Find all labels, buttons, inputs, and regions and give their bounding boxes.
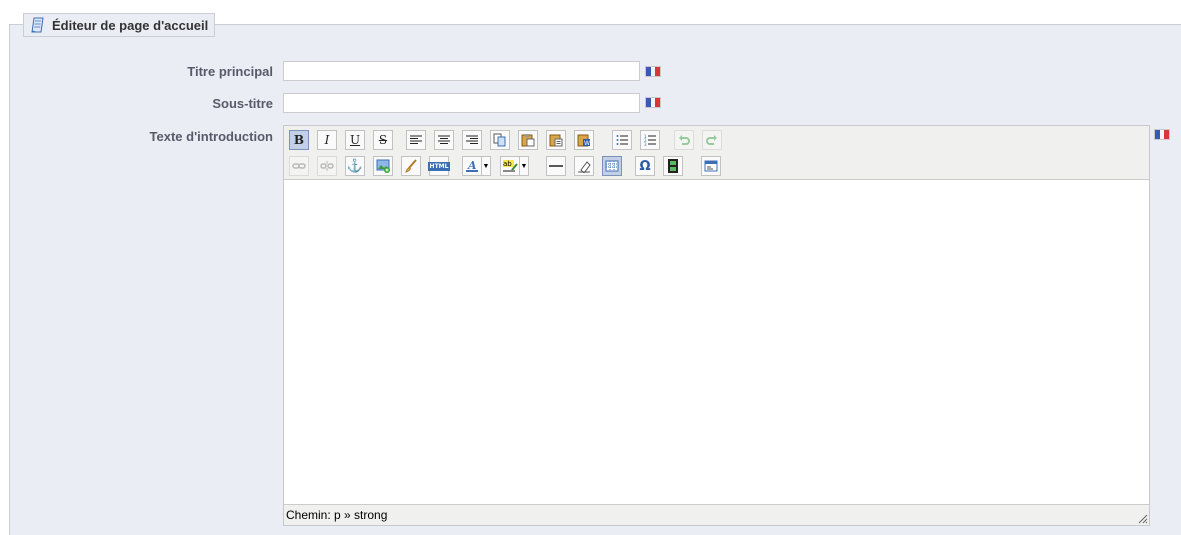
subtitle-input[interactable]	[283, 93, 640, 113]
remove-format-icon[interactable]	[574, 156, 594, 176]
french-flag-icon[interactable]	[645, 97, 661, 108]
align-center-icon[interactable]	[434, 130, 454, 150]
highlight-color-dropdown[interactable]: ▼	[519, 156, 529, 176]
link-icon[interactable]	[289, 156, 309, 176]
horizontal-rule-icon[interactable]	[546, 156, 566, 176]
bullet-list-icon[interactable]	[612, 130, 632, 150]
unlink-icon[interactable]	[317, 156, 337, 176]
editor-toolbar: B I U S W 123 ⚓ HTML A ▼ ab ▼ Ω	[284, 126, 1149, 180]
editor-statusbar: Chemin: p » strong	[284, 504, 1149, 525]
template-icon[interactable]	[701, 156, 721, 176]
insert-image-icon[interactable]	[373, 156, 393, 176]
svg-text:ab: ab	[503, 160, 512, 168]
highlight-color-icon[interactable]: ab	[500, 156, 520, 176]
italic-icon[interactable]: I	[317, 130, 337, 150]
panel-title: Éditeur de page d'accueil	[52, 17, 209, 33]
numbered-list-icon[interactable]: 123	[640, 130, 660, 150]
cleanup-icon[interactable]	[401, 156, 421, 176]
redo-icon[interactable]	[702, 130, 722, 150]
svg-text:W: W	[584, 140, 590, 147]
underline-icon[interactable]: U	[345, 130, 365, 150]
french-flag-icon[interactable]	[1154, 129, 1170, 140]
editor-content-area[interactable]	[284, 180, 1149, 505]
intro-text-label: Texte d'introduction	[149, 129, 273, 144]
subtitle-label: Sous-titre	[212, 96, 273, 111]
paste-word-icon[interactable]: W	[574, 130, 594, 150]
align-right-icon[interactable]	[462, 130, 482, 150]
main-title-label: Titre principal	[187, 64, 273, 79]
main-title-input[interactable]	[283, 61, 640, 81]
paste-text-icon[interactable]	[546, 130, 566, 150]
visual-aid-icon[interactable]	[602, 156, 622, 176]
copy-icon[interactable]	[490, 130, 510, 150]
align-left-icon[interactable]	[406, 130, 426, 150]
text-color-icon[interactable]: A	[462, 156, 482, 176]
anchor-icon[interactable]: ⚓	[345, 156, 365, 176]
html-source-icon[interactable]: HTML	[427, 156, 451, 176]
special-char-icon[interactable]: Ω	[635, 156, 655, 176]
media-icon[interactable]	[663, 156, 683, 176]
undo-icon[interactable]	[674, 130, 694, 150]
bold-icon[interactable]: B	[289, 130, 309, 150]
text-color-dropdown[interactable]: ▼	[481, 156, 491, 176]
resize-handle-icon[interactable]	[1136, 512, 1148, 524]
page-edit-icon	[30, 17, 46, 33]
strikethrough-icon[interactable]: S	[373, 130, 393, 150]
element-path: Chemin: p » strong	[286, 508, 388, 522]
french-flag-icon[interactable]	[645, 66, 661, 77]
paste-icon[interactable]	[518, 130, 538, 150]
svg-text:3: 3	[644, 142, 647, 146]
rich-text-editor: B I U S W 123 ⚓ HTML A ▼ ab ▼ Ω Chemin: …	[283, 125, 1150, 526]
panel-legend: Éditeur de page d'accueil	[23, 13, 216, 37]
